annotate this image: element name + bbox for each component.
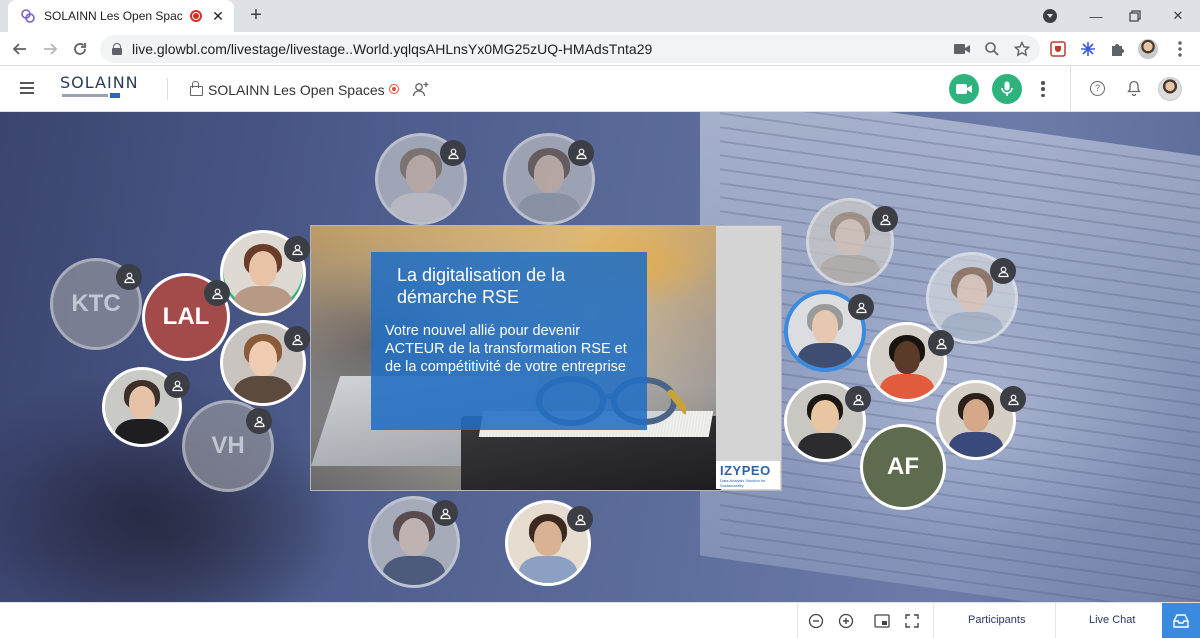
participant-initials: AF [887,453,919,480]
participant-menu-icon[interactable] [845,386,871,412]
toolbar-divider [933,603,934,638]
url-text: live.glowbl.com/livestage/livestage..Wor… [132,41,653,57]
header-divider [167,78,168,100]
recording-icon [190,10,202,22]
video-camera-icon [956,84,972,94]
inbox-button[interactable] [1162,603,1200,638]
room-title: SOLAINN Les Open Spaces [208,82,385,98]
close-window-icon[interactable]: ✕ [1158,0,1198,32]
snowflake-extension-icon[interactable] [1078,39,1098,59]
participant-menu-icon[interactable] [164,372,190,398]
extensions-puzzle-icon[interactable] [1108,39,1128,59]
shield-extension-icon[interactable] [1048,39,1068,59]
close-tab-icon[interactable]: ✕ [210,8,226,25]
bottom-toolbar: Participants Live Chat [0,602,1200,638]
logo-text: SOLAINN [60,73,139,92]
forward-icon[interactable] [38,37,62,61]
inbox-icon [1173,614,1189,628]
participant-menu-icon[interactable] [204,280,230,306]
solainn-logo: SOLAINN [60,73,139,103]
slide-title-line-2: démarche RSE [397,287,520,307]
slide-text-box: La digitalisation de la démarche RSE Vot… [371,252,647,430]
tab-live-chat[interactable]: Live Chat [1089,614,1135,626]
profile-avatar-icon[interactable] [1138,39,1158,59]
participant-menu-icon[interactable] [284,326,310,352]
bookmark-star-icon[interactable] [1012,39,1032,59]
menu-icon[interactable] [20,82,34,94]
minimize-icon[interactable]: — [1076,0,1116,32]
browser-toolbar: live.glowbl.com/livestage/livestage..Wor… [0,32,1200,66]
participant-menu-icon[interactable] [928,330,954,356]
app-header: SOLAINN SOLAINN Les Open Spaces ? [0,66,1200,112]
glowbl-favicon-icon [21,9,35,23]
microphone-toggle-button[interactable] [992,74,1022,104]
slide-title-line-1: La digitalisation de la [397,265,566,285]
room-lock-icon [190,81,203,96]
participant-menu-icon[interactable] [1000,386,1026,412]
recording-indicator-icon [389,84,399,94]
izypeo-logo-subtitle: Data Analysis Solution for Sustainabilit… [720,478,766,488]
camera-toggle-button[interactable] [949,74,979,104]
back-icon[interactable] [8,37,32,61]
participant-menu-icon[interactable] [246,408,272,434]
participant-menu-icon[interactable] [872,206,898,232]
browser-tab-bar: SOLAINN Les Open Spaces - ✕ + — ✕ [0,0,1200,32]
lock-icon [112,43,122,55]
izypeo-logo: IZYPEO Data Analysis Solution for Sustai… [716,461,780,489]
new-tab-button[interactable]: + [244,4,268,28]
participant-menu-icon[interactable] [284,236,310,262]
izypeo-logo-text: IZYPEO [720,463,771,478]
slide-title: La digitalisation de la démarche RSE [397,264,633,308]
camera-icon[interactable] [952,39,972,59]
slide-body-text: Votre nouvel allié pour devenir ACTEUR d… [385,323,627,375]
header-divider-right [1070,66,1071,112]
more-options-icon[interactable] [1040,79,1046,99]
browser-tab[interactable]: SOLAINN Les Open Spaces - ✕ [8,0,234,32]
participant-menu-icon[interactable] [116,264,142,290]
browser-menu-icon[interactable] [1170,39,1190,59]
address-bar[interactable]: live.glowbl.com/livestage/livestage..Wor… [100,35,1040,63]
participant-menu-icon[interactable] [848,294,874,320]
slide-side-panel [716,226,781,461]
zoom-out-icon[interactable] [808,613,824,629]
zoom-icon[interactable] [982,39,1002,59]
participant-menu-icon[interactable] [567,506,593,532]
fullscreen-icon[interactable] [904,613,920,629]
participant-menu-icon[interactable] [440,140,466,166]
toolbar-divider [1055,603,1056,638]
participant-menu-icon[interactable] [568,140,594,166]
notifications-bell-icon[interactable] [1127,80,1141,96]
picture-in-picture-icon[interactable] [874,613,890,629]
participant-bubble-af[interactable]: AF [860,424,946,510]
tab-title: SOLAINN Les Open Spaces - [44,9,182,23]
tab-search-icon[interactable] [1043,9,1057,23]
help-icon[interactable]: ? [1090,81,1105,96]
restore-icon[interactable] [1115,0,1155,32]
presentation-slide[interactable]: La digitalisation de la démarche RSE Vot… [310,225,782,491]
tab-participants[interactable]: Participants [968,614,1025,626]
participant-menu-icon[interactable] [432,500,458,526]
participant-menu-icon[interactable] [990,258,1016,284]
toolbar-divider [797,603,798,638]
microphone-icon [1001,81,1013,96]
reload-icon[interactable] [68,37,92,61]
user-avatar[interactable] [1158,77,1182,101]
participant-avatar: AF [860,424,946,510]
zoom-in-icon[interactable] [838,613,854,629]
invite-user-icon[interactable] [412,80,430,98]
